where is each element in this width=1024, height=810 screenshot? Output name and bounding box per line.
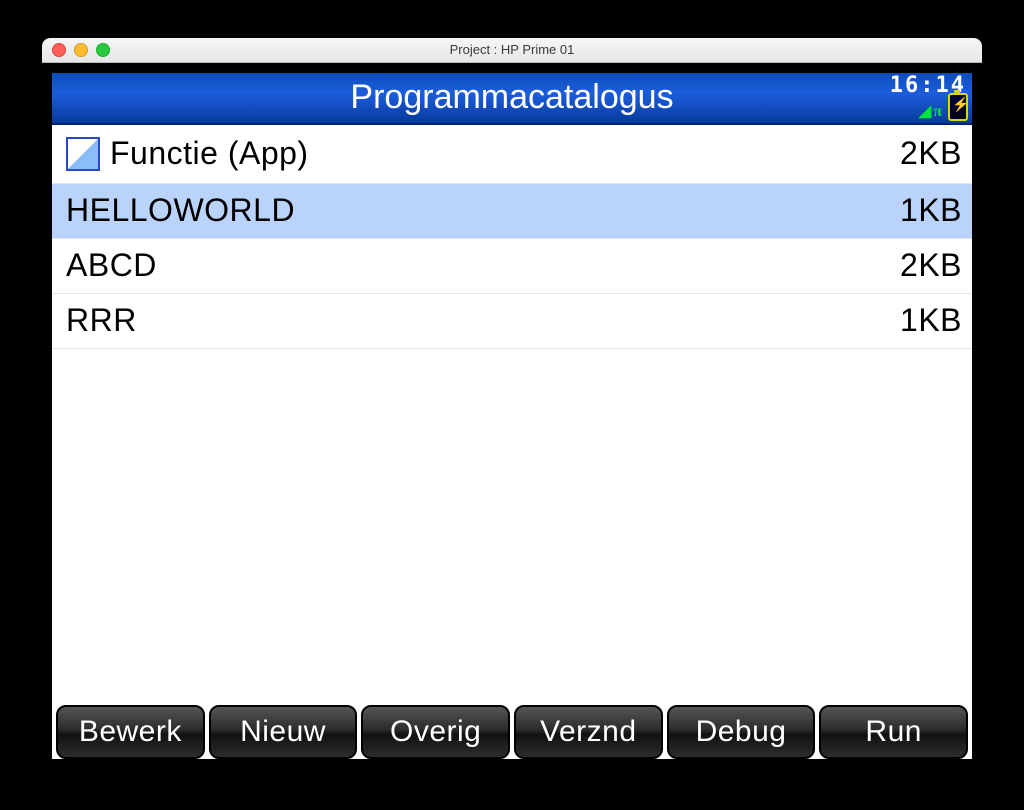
app-icon [66, 137, 100, 171]
window-title: Project : HP Prime 01 [42, 42, 982, 57]
program-name: RRR [66, 302, 900, 339]
battery-icon [948, 93, 968, 121]
screen-header: Programmacatalogus 16:14 ◢ π [52, 73, 972, 125]
softkey-verznd[interactable]: Verznd [514, 705, 663, 759]
screen-title: Programmacatalogus [350, 78, 673, 117]
mac-titlebar[interactable]: Project : HP Prime 01 [42, 38, 982, 63]
program-row[interactable]: HELLOWORLD1KB [52, 184, 972, 239]
pi-icon: π [933, 103, 942, 121]
calculator-frame: Programmacatalogus 16:14 ◢ π Functie (Ap… [42, 63, 982, 773]
softkey-bewerk[interactable]: Bewerk [56, 705, 205, 759]
softkey-nieuw[interactable]: Nieuw [209, 705, 358, 759]
mac-window: Project : HP Prime 01 Programmacatalogus… [42, 38, 982, 773]
program-name: ABCD [66, 247, 900, 284]
program-size: 1KB [900, 302, 962, 339]
softkey-bar: BewerkNieuwOverigVerzndDebugRun [56, 705, 968, 755]
program-size: 2KB [900, 135, 962, 172]
softkey-overig[interactable]: Overig [361, 705, 510, 759]
program-row[interactable]: RRR1KB [52, 294, 972, 349]
program-list[interactable]: Functie (App)2KBHELLOWORLD1KBABCD2KBRRR1… [52, 125, 972, 759]
signal-icon: ◢ [919, 101, 931, 121]
softkey-debug[interactable]: Debug [667, 705, 816, 759]
softkey-run[interactable]: Run [819, 705, 968, 759]
program-row[interactable]: Functie (App)2KB [52, 125, 972, 184]
status-icons: ◢ π [919, 93, 968, 121]
program-size: 2KB [900, 247, 962, 284]
program-size: 1KB [900, 192, 962, 229]
calculator-screen: Programmacatalogus 16:14 ◢ π Functie (Ap… [48, 69, 976, 763]
program-name: HELLOWORLD [66, 192, 900, 229]
program-row[interactable]: ABCD2KB [52, 239, 972, 294]
program-name: Functie (App) [110, 135, 900, 172]
